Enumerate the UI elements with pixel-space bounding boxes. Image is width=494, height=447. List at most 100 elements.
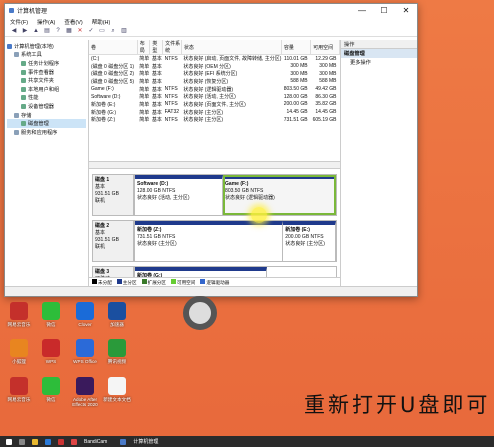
partition-block[interactable]: 新加卷 (Z:) 731.51 GB NTFS 状态良好 (主分区) [135, 221, 284, 261]
action-disk-management[interactable]: 磁盘管理 [341, 49, 417, 58]
table-cell: 新加卷 (G:) [91, 109, 116, 116]
tree-item[interactable]: 任务计划程序 [7, 59, 86, 68]
tree-item[interactable]: 设备管理器 [7, 102, 86, 111]
menu-view[interactable]: 查看(V) [64, 18, 82, 26]
col-type[interactable]: 类型 [149, 40, 164, 55]
search-icon[interactable]: ⌕ [109, 27, 117, 35]
table-cell: 状态良好 (逻辑驱动器) [183, 86, 234, 93]
legend: 未分配 主分区 扩展分区 可用空间 逻辑驱动器 [89, 277, 340, 286]
taskbar-bandicam[interactable]: BandiCam [84, 439, 107, 445]
forward-icon[interactable]: ▶ [21, 27, 29, 35]
volume-table: 卷 布局 类型 文件系统 状态 容量 可用空间 (C:) 简单 基本 NTFS 状态良好… [89, 40, 340, 124]
col-capacity[interactable]: 容量 [281, 40, 312, 55]
tree-node-icon [14, 112, 19, 118]
col-free-space[interactable]: 可用空间 [310, 40, 340, 55]
grid-icon[interactable]: ▦ [65, 27, 73, 35]
tree-item[interactable]: 本地用户和组 [7, 85, 86, 94]
desktop-icon[interactable]: 小狐狸 [2, 339, 36, 364]
close-button[interactable]: ✕ [395, 4, 417, 17]
maximize-button[interactable]: ☐ [373, 4, 395, 17]
tree-item[interactable]: 磁盘管理 [7, 119, 86, 128]
tree-item[interactable]: 性能 [7, 94, 86, 103]
pane-splitter[interactable] [89, 161, 340, 169]
edge-icon[interactable] [45, 438, 51, 445]
desktop-icon[interactable]: Adobe After Effects 2020 [68, 377, 102, 407]
desktop-app-icon [10, 302, 28, 320]
floating-record-button[interactable] [183, 296, 217, 330]
table-row[interactable]: Software (D:) 简单 基本 NTFS 状态良好 (活动, 主分区) 128.0… [89, 93, 340, 101]
partition-block[interactable]: Software (D:) 128.00 GB NTFS 状态良好 (活动, 主分区… [135, 175, 224, 215]
up-icon[interactable]: ▲ [32, 27, 40, 35]
desktop-icon[interactable]: Clover [68, 302, 102, 327]
partitions: 新加卷 (Z:) 731.51 GB NTFS 状态良好 (主分区) 新加卷 (E:)… [134, 220, 337, 262]
legend-swatch [200, 278, 206, 284]
col-filesystem[interactable]: 文件系统 [162, 40, 182, 55]
partition-block[interactable]: 新加卷 (E:) 200.00 GB NTFS 状态良好 (主分区) [283, 221, 336, 261]
disk-label[interactable]: 磁盘 3可移动 [92, 266, 134, 277]
tree-node-icon [21, 95, 26, 101]
check-icon[interactable]: ✓ [87, 27, 95, 35]
table-cell: 状态良好 (恢复分区) [183, 78, 229, 85]
taskbar-computer-management[interactable]: 计算机管理 [133, 438, 158, 445]
desktop-icon[interactable]: 新建文本文档 [100, 377, 134, 402]
menu-help[interactable]: 帮助(H) [92, 18, 111, 26]
minimize-button[interactable]: — [351, 4, 373, 17]
toolbar: ◀ ▶ ▲ ▤ ? ▦ ✕ ✓ ▭ ⌕ ▥ [5, 26, 417, 37]
tree-item[interactable]: 计算机管理(本地) [7, 42, 86, 51]
desktop-icon[interactable]: 加速器 [100, 302, 134, 327]
desktop-icon[interactable]: 网易云音乐 [2, 377, 36, 402]
col-volume[interactable]: 卷 [89, 40, 138, 55]
desktop-icon[interactable]: 网易云音乐 [2, 302, 36, 327]
table-row[interactable]: 新加卷 (E:) 简单 基本 NTFS 状态良好 (页面文件, 主分区) 200.00 G… [89, 101, 340, 109]
table-row[interactable]: (磁盘 0 磁盘分区 5) 简单 基本 状态良好 (恢复分区) 588 MB 588 MB [89, 78, 340, 86]
partition-block[interactable]: 新加卷 (G:) [135, 267, 267, 277]
menu-action[interactable]: 操作(A) [37, 18, 55, 26]
disk-label[interactable]: 磁盘 1 基本 931.51 GB 联机 [92, 174, 134, 216]
disk-map: 磁盘 1 基本 931.51 GB 联机 Software (D:) 128.00 GB … [89, 170, 340, 277]
table-row[interactable]: Game (F:) 简单 基本 NTFS 状态良好 (逻辑驱动器) 803.50 GB 49… [89, 85, 340, 93]
tree-item[interactable]: 系统工具 [7, 51, 86, 60]
desktop-icon[interactable]: WPS [34, 339, 68, 364]
table-row[interactable]: (磁盘 0 磁盘分区 2) 简单 基本 状态良好 (EFI 系统分区) 300 MB 30… [89, 70, 340, 78]
col-layout[interactable]: 布局 [137, 40, 151, 55]
desktop-icon[interactable]: 微信 [34, 302, 68, 327]
explorer-icon[interactable] [32, 438, 38, 445]
table-cell: 49.42 GB [315, 86, 337, 93]
delete-icon[interactable]: ✕ [76, 27, 84, 35]
partition-block[interactable]: Game (F:) 803.50 GB NTFS 状态良好 (逻辑驱动器) [223, 175, 336, 215]
table-row[interactable]: (磁盘 0 磁盘分区 1) 简单 基本 状态良好 (OEM 分区) 300 MB 300 … [89, 62, 340, 70]
action-more[interactable]: 更多操作 [341, 58, 417, 67]
tree-node-icon [21, 60, 26, 66]
action-label: 更多操作 [350, 60, 371, 66]
app-icon[interactable] [58, 438, 64, 445]
table-row[interactable]: 新加卷 (Z:) 简单 基本 NTFS 状态良好 (主分区) 731.51 GB 605.1… [89, 116, 340, 124]
tree-item[interactable]: 服务和应用程序 [7, 128, 86, 137]
col-status[interactable]: 状态 [181, 40, 282, 55]
table-cell: FAT32 [164, 109, 180, 116]
tree-item[interactable]: 存储 [7, 111, 86, 120]
back-icon[interactable]: ◀ [10, 27, 18, 35]
tree-item[interactable]: 事件查看器 [7, 68, 86, 77]
desktop-icon[interactable]: 腾讯视频 [100, 339, 134, 364]
search-icon[interactable] [19, 438, 25, 445]
desktop-icon-label: 微信 [46, 397, 56, 402]
folder-icon[interactable]: ▭ [98, 27, 106, 35]
bandicam-icon[interactable] [71, 438, 77, 445]
help-icon[interactable]: ? [54, 27, 62, 35]
tree-item[interactable]: 共享文件夹 [7, 76, 86, 85]
menu-file[interactable]: 文件(F) [10, 18, 28, 26]
desktop-icon[interactable]: WPS Office [68, 339, 102, 364]
table-row[interactable]: 新加卷 (G:) 简单 基本 FAT32 状态良好 (主分区) 14.45 GB 14.45… [89, 108, 340, 116]
legend-item: 主分区 [116, 278, 137, 286]
disk-label[interactable]: 磁盘 2 基本 931.51 GB 联机 [92, 220, 134, 262]
table-row[interactable]: (C:) 简单 基本 NTFS 状态良好 (启动, 页面文件, 故障转储, 主分区) 11… [89, 55, 340, 63]
disk-type: 基本 [95, 184, 106, 190]
tree-node-icon [7, 43, 12, 49]
properties-icon[interactable]: ▤ [43, 27, 51, 35]
desktop-icon[interactable]: 微信 [34, 377, 68, 402]
computer-management-icon[interactable] [120, 438, 127, 445]
start-icon[interactable] [6, 438, 12, 445]
desktop-icon-label: 微信 [46, 322, 56, 327]
details-icon[interactable]: ▥ [120, 27, 128, 35]
table-cell: 300 MB [290, 63, 308, 70]
